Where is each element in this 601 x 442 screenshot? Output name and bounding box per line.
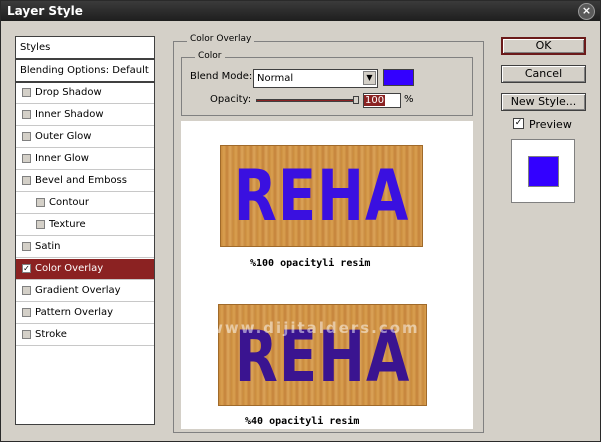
opacity-value: 100 [364, 95, 386, 106]
caption-100: %100 opacityli resim [250, 258, 371, 269]
style-item-label: Contour [49, 197, 89, 208]
style-item-inner-glow[interactable]: Inner Glow [16, 149, 154, 170]
opacity-label: Opacity: [210, 94, 252, 105]
overlay-color-swatch[interactable] [383, 69, 414, 86]
styles-header-label: Styles [20, 42, 51, 53]
style-item-gradient-overlay[interactable]: Gradient Overlay [16, 281, 154, 302]
ok-button-label: OK [535, 39, 552, 52]
blend-mode-select[interactable]: Normal ▼ [253, 69, 378, 88]
watermark: www.dijitalders.com [209, 319, 420, 337]
new-style-button-label: New Style... [510, 95, 577, 108]
styles-header[interactable]: Styles [16, 37, 154, 60]
preview-checkbox[interactable]: ✓ [513, 118, 524, 129]
style-item-pattern-overlay[interactable]: Pattern Overlay [16, 303, 154, 324]
example-image-100: REHA [220, 145, 423, 247]
reha-text-100: REHA [233, 156, 410, 238]
style-item-satin[interactable]: Satin [16, 237, 154, 258]
checkbox[interactable] [22, 154, 31, 163]
style-item-label: Color Overlay [35, 263, 104, 274]
blend-mode-value: Normal [257, 73, 294, 84]
chevron-down-icon[interactable]: ▼ [363, 71, 376, 85]
blending-options-label: Blending Options: Default [20, 65, 149, 76]
checkbox[interactable] [22, 286, 31, 295]
style-item-label: Outer Glow [35, 131, 92, 142]
styles-list: Styles Blending Options: Default Drop Sh… [15, 36, 155, 425]
blending-options-item[interactable]: Blending Options: Default [16, 61, 154, 83]
style-item-drop-shadow[interactable]: Drop Shadow [16, 83, 154, 104]
checkbox-checked[interactable]: ✓ [22, 264, 31, 273]
blend-mode-label: Blend Mode: [190, 71, 253, 82]
style-item-inner-shadow[interactable]: Inner Shadow [16, 105, 154, 126]
color-overlay-title: Color Overlay [187, 34, 255, 44]
close-icon[interactable]: × [578, 3, 595, 20]
style-item-label: Texture [49, 219, 86, 230]
style-item-bevel-emboss[interactable]: Bevel and Emboss [16, 171, 154, 192]
caption-40: %40 opacityli resim [245, 416, 360, 427]
style-item-label: Bevel and Emboss [35, 175, 127, 186]
preview-label: Preview [529, 118, 572, 131]
opacity-slider-thumb[interactable] [353, 96, 359, 104]
style-item-label: Satin [35, 241, 61, 252]
style-item-texture[interactable]: Texture [16, 215, 154, 236]
window-title: Layer Style [7, 4, 83, 18]
new-style-button[interactable]: New Style... [501, 93, 586, 111]
checkbox[interactable] [22, 242, 31, 251]
checkbox[interactable] [22, 330, 31, 339]
preview-thumbnail [511, 139, 575, 203]
checkbox[interactable] [36, 198, 45, 207]
checkbox[interactable] [22, 308, 31, 317]
checkbox[interactable] [22, 132, 31, 141]
checkbox[interactable] [22, 176, 31, 185]
cancel-button-label: Cancel [524, 67, 563, 80]
checkbox[interactable] [22, 110, 31, 119]
checkbox[interactable] [22, 88, 31, 97]
style-item-outer-glow[interactable]: Outer Glow [16, 127, 154, 148]
style-item-stroke[interactable]: Stroke [16, 325, 154, 346]
style-item-color-overlay[interactable]: ✓ Color Overlay [16, 259, 154, 280]
checkbox[interactable] [36, 220, 45, 229]
title-bar: Layer Style × [1, 1, 600, 21]
opacity-input[interactable]: 100 [363, 93, 401, 108]
color-subgroup-title: Color [195, 51, 225, 61]
style-item-label: Stroke [35, 329, 67, 340]
opacity-unit: % [404, 94, 414, 105]
style-item-label: Pattern Overlay [35, 307, 114, 318]
style-item-label: Gradient Overlay [35, 285, 121, 296]
layer-style-dialog: Layer Style × Styles Blending Options: D… [0, 0, 601, 442]
preview-swatch [528, 156, 559, 187]
style-item-label: Drop Shadow [35, 87, 102, 98]
style-item-contour[interactable]: Contour [16, 193, 154, 214]
cancel-button[interactable]: Cancel [501, 65, 586, 83]
ok-button[interactable]: OK [501, 37, 586, 55]
style-item-label: Inner Glow [35, 153, 89, 164]
opacity-slider[interactable] [256, 99, 358, 102]
style-item-label: Inner Shadow [35, 109, 104, 120]
